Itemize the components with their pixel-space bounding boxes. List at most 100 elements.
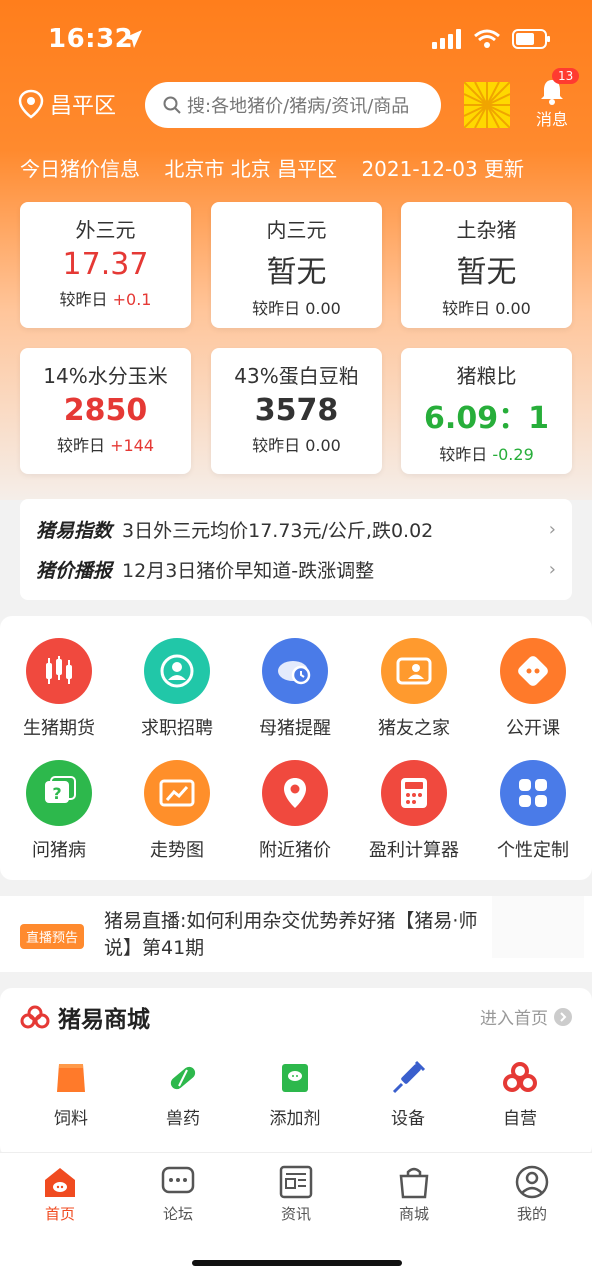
price-card-compare: 较昨日 +144 <box>56 436 155 455</box>
mall-item-equipment[interactable]: 设备 <box>358 1060 458 1129</box>
chevron-right-icon: › <box>548 518 556 540</box>
mall-item-self-run[interactable]: 自营 <box>470 1060 570 1129</box>
feature-customize[interactable]: 个性定制 <box>474 760 592 862</box>
mall-section: 猪易商城 进入首页 饲料 兽药 添加剂 设备 自营 <box>0 988 592 1158</box>
price-card-title: 猪粮比 <box>456 364 517 388</box>
status-time: 16:32 <box>48 24 134 54</box>
price-card-corn[interactable]: 14%水分玉米 2850 较昨日 +144 <box>20 348 191 474</box>
price-header-title: 今日猪价信息 <box>20 157 140 181</box>
price-header: 今日猪价信息 北京市 北京 昌平区 2021-12-03 更新 <box>20 153 542 182</box>
mall-logo-icon <box>20 1005 50 1029</box>
search-input[interactable]: 搜:各地猪价/猪病/资讯/商品 <box>145 82 441 128</box>
tab-mall[interactable]: 商城 <box>374 1165 454 1224</box>
news-row-broadcast[interactable]: 猪价播报 12月3日猪价早知道-跌涨调整 › <box>36 549 556 589</box>
syringe-icon <box>392 1060 426 1094</box>
mall-item-additive[interactable]: 添加剂 <box>245 1060 345 1129</box>
price-card-tuzazhu[interactable]: 土杂猪 暂无 较昨日 0.00 <box>401 202 572 328</box>
mall-item-feed[interactable]: 饲料 <box>21 1060 121 1129</box>
price-card-title: 14%水分玉米 <box>43 364 168 388</box>
pill-icon <box>170 1066 196 1090</box>
feature-grid: 生猪期货 求职招聘 母猪提醒 猪友之家 公开课 ? 问猪病 走势图 附近猪价 盈… <box>0 616 592 880</box>
price-card-value: 2850 <box>63 393 148 428</box>
news-tag: 猪价播报 <box>36 559 113 582</box>
price-card-value: 17.37 <box>62 247 149 282</box>
tab-profile[interactable]: 我的 <box>492 1165 572 1224</box>
mall-item-vet-drugs[interactable]: 兽药 <box>133 1060 233 1129</box>
feature-nearby-price[interactable]: 附近猪价 <box>236 760 354 862</box>
mall-more-link[interactable]: 进入首页 <box>480 1004 572 1029</box>
chat-icon <box>161 1166 195 1194</box>
mall-title: 猪易商城 <box>20 1000 150 1034</box>
location-label: 昌平区 <box>50 94 117 119</box>
feature-community[interactable]: 猪友之家 <box>355 638 473 740</box>
price-card-value: 暂无 <box>266 255 327 290</box>
price-card-soymeal[interactable]: 43%蛋白豆粕 3578 较昨日 0.00 <box>211 348 382 474</box>
feature-jobs[interactable]: 求职招聘 <box>118 638 236 740</box>
feature-label: 盈利计算器 <box>369 840 459 861</box>
feature-label: 个性定制 <box>497 840 569 861</box>
tab-news[interactable]: 资讯 <box>256 1165 336 1224</box>
price-card-compare: 较昨日 -0.29 <box>439 445 534 464</box>
chevron-right-icon: › <box>548 558 556 580</box>
feature-profit-calc[interactable]: 盈利计算器 <box>355 760 473 862</box>
feature-label: 求职招聘 <box>141 718 213 739</box>
price-card-value: 暂无 <box>456 255 517 290</box>
price-card-title: 43%蛋白豆粕 <box>234 364 359 388</box>
user-icon <box>515 1165 549 1199</box>
sunburst-logo[interactable] <box>464 82 510 128</box>
feature-label: 生猪期货 <box>23 718 95 739</box>
candlestick-icon <box>26 638 92 704</box>
svg-text:?: ? <box>52 784 61 803</box>
search-placeholder: 搜:各地猪价/猪病/资讯/商品 <box>187 96 410 117</box>
news-text: 3日外三元均价17.73元/公斤,跌0.02 <box>122 519 434 542</box>
person-icon <box>144 638 210 704</box>
signal-icon <box>432 29 461 49</box>
tab-home[interactable]: 首页 <box>20 1165 100 1224</box>
trend-icon <box>144 760 210 826</box>
feature-ask-disease[interactable]: ? 问猪病 <box>0 760 118 862</box>
tab-forum[interactable]: 论坛 <box>138 1165 218 1224</box>
sunburst-icon <box>464 82 510 128</box>
home-icon <box>45 1168 75 1197</box>
chevron-circle-icon <box>554 1007 572 1026</box>
live-thumbnail <box>492 896 584 958</box>
wifi-icon <box>474 29 500 48</box>
price-header-location[interactable]: 北京市 北京 昌平区 <box>164 157 337 181</box>
play-icon <box>500 638 566 704</box>
news-row-index[interactable]: 猪易指数 3日外三元均价17.73元/公斤,跌0.02 › <box>36 509 556 549</box>
status-icons <box>432 28 552 50</box>
location-arrow-icon <box>124 30 142 48</box>
news-tag: 猪易指数 <box>36 519 113 542</box>
notification-button[interactable]: 13 消息 <box>530 68 580 132</box>
feature-futures[interactable]: 生猪期货 <box>0 638 118 740</box>
location-selector[interactable]: 昌平区 <box>18 88 116 120</box>
price-card-waisanyuan[interactable]: 外三元 17.37 较昨日 +0.1 <box>20 202 191 328</box>
question-icon: ? <box>26 760 92 826</box>
bag-icon <box>399 1167 429 1199</box>
feature-label: 母猪提醒 <box>259 718 331 739</box>
price-card-compare: 较昨日 0.00 <box>252 299 341 318</box>
battery-icon <box>512 29 550 49</box>
price-card-value: 3578 <box>254 393 339 428</box>
price-header-updated: 2021-12-03 更新 <box>361 157 525 181</box>
pig-clock-icon <box>262 638 328 704</box>
grid-icon <box>500 760 566 826</box>
feature-label: 附近猪价 <box>259 840 331 861</box>
price-card-ratio[interactable]: 猪粮比 6.09：1 较昨日 -0.29 <box>401 348 572 474</box>
news-icon <box>279 1165 313 1199</box>
feature-label: 公开课 <box>506 718 560 739</box>
notification-badge: 13 <box>552 68 580 84</box>
price-card-neisanyuan[interactable]: 内三元 暂无 较昨日 0.00 <box>211 202 382 328</box>
live-preview-banner[interactable]: 直播预告 猪易直播:如何利用杂交优势养好猪【猪易·师说】第41期 <box>0 896 592 972</box>
location-pin-icon <box>262 760 328 826</box>
price-card-title: 外三元 <box>75 218 136 242</box>
brand-icon <box>503 1062 537 1092</box>
price-card-compare: 较昨日 0.00 <box>442 299 531 318</box>
feed-bag-icon <box>57 1064 85 1092</box>
feature-sow-reminder[interactable]: 母猪提醒 <box>236 638 354 740</box>
feature-label: 猪友之家 <box>378 718 450 739</box>
feature-trend[interactable]: 走势图 <box>118 760 236 862</box>
feature-open-class[interactable]: 公开课 <box>474 638 592 740</box>
profile-card-icon <box>381 638 447 704</box>
home-indicator[interactable] <box>192 1260 402 1266</box>
